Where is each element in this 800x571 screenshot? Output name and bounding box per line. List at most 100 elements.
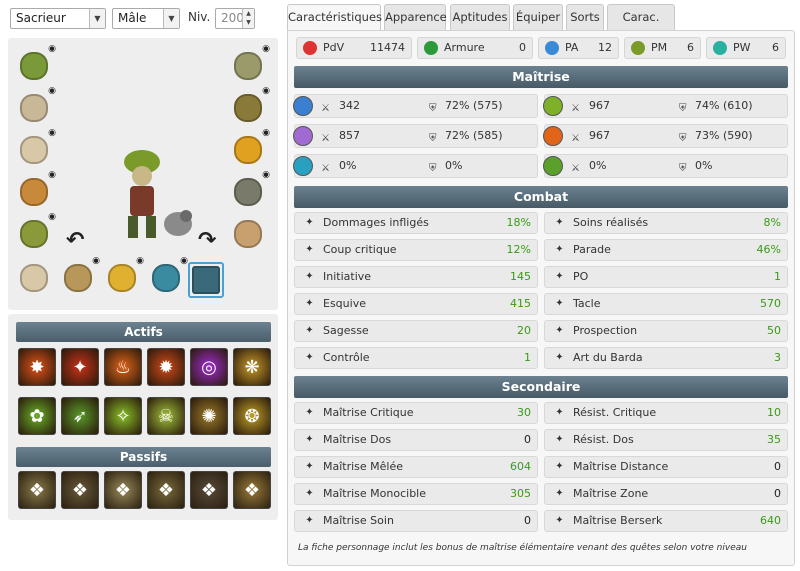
- equipment-slot[interactable]: [16, 260, 52, 296]
- shield-icon: ⛨: [429, 163, 437, 174]
- active-skill[interactable]: ❋: [233, 348, 271, 386]
- stat-label: Maîtrise Monocible: [323, 487, 427, 500]
- active-skill[interactable]: ✦: [61, 348, 99, 386]
- tab-1[interactable]: Apparence: [384, 4, 447, 30]
- eye-icon[interactable]: ◉: [262, 128, 270, 138]
- eye-icon[interactable]: ◉: [48, 128, 56, 138]
- equipment-slot[interactable]: [188, 262, 224, 298]
- stat-value: 50: [767, 324, 781, 337]
- equipment-slot[interactable]: [230, 216, 266, 252]
- secondary-header: Secondaire: [294, 376, 788, 398]
- active-skill[interactable]: ➶: [61, 397, 99, 435]
- stat-label: Maîtrise Zone: [573, 487, 649, 500]
- active-skill[interactable]: ❂: [233, 397, 271, 435]
- stat-label: Tacle: [573, 297, 601, 310]
- equipment-slot[interactable]: ◉: [16, 170, 56, 210]
- stat-label: Soins réalisés: [573, 216, 649, 229]
- footnote: La fiche personnage inclut les bonus de …: [298, 543, 747, 553]
- active-skill[interactable]: ✹: [147, 348, 185, 386]
- passive-skill[interactable]: ❖: [147, 471, 185, 509]
- stat-label: Parade: [573, 243, 611, 256]
- stat-label: Prospection: [573, 324, 638, 337]
- tab-5[interactable]: Carac. Supp.: [607, 4, 675, 49]
- equipment-slot[interactable]: ◉: [230, 170, 270, 210]
- active-skill[interactable]: ☠: [147, 397, 185, 435]
- item-icon: [64, 264, 92, 292]
- level-input[interactable]: 200 ▲ ▼: [215, 8, 255, 29]
- passive-skill[interactable]: ❖: [233, 471, 271, 509]
- passive-skill[interactable]: ❖: [190, 471, 228, 509]
- stat-row: ✦ Sagesse 20: [294, 320, 538, 342]
- tab-2[interactable]: Aptitudes: [450, 4, 510, 30]
- equipment-slot[interactable]: ◉: [230, 44, 270, 84]
- distance-icon: ✦: [555, 461, 564, 472]
- item-icon: [20, 220, 48, 248]
- melee-icon: ✦: [305, 461, 314, 472]
- stat-value: 30: [517, 406, 531, 419]
- stat-value: 12%: [506, 243, 531, 256]
- level-value: 200: [221, 11, 244, 25]
- eye-icon[interactable]: ◉: [48, 44, 56, 54]
- eye-icon[interactable]: ◉: [262, 44, 270, 54]
- heart-icon: [303, 41, 317, 55]
- passive-skill[interactable]: ❖: [18, 471, 56, 509]
- equipment-slot[interactable]: ◉: [60, 256, 100, 296]
- class-select[interactable]: Sacrieur ▼: [10, 8, 106, 29]
- stat-label: Maîtrise Dos: [323, 433, 392, 446]
- passive-skill[interactable]: ❖: [61, 471, 99, 509]
- stat-value: 0: [774, 487, 781, 500]
- eye-icon[interactable]: ◉: [136, 256, 144, 266]
- eye-icon[interactable]: ◉: [48, 212, 56, 222]
- shield-icon: ⛨: [679, 103, 687, 114]
- equipment-slot[interactable]: ◉: [148, 256, 188, 296]
- item-icon: [108, 264, 136, 292]
- heal-mastery-icon: ✦: [305, 515, 314, 526]
- active-skill[interactable]: ✺: [190, 397, 228, 435]
- item-icon: [234, 136, 262, 164]
- fire-element-icon: [543, 126, 563, 146]
- equipment-slot[interactable]: ◉: [16, 128, 56, 168]
- stat-row: ✦ Parade 46%: [544, 239, 788, 261]
- eye-icon[interactable]: ◉: [48, 86, 56, 96]
- character-preview: [120, 146, 200, 246]
- back-resist-icon: ✦: [555, 434, 564, 445]
- stat-row: ✦ Maîtrise Berserk 640: [544, 510, 788, 532]
- eye-icon[interactable]: ◉: [92, 256, 100, 266]
- stepper-icon[interactable]: ▲ ▼: [242, 9, 254, 28]
- tab-4[interactable]: Sorts: [566, 4, 604, 30]
- stat-label: Esquive: [323, 297, 366, 310]
- stat-value: 20: [517, 324, 531, 337]
- stat-value: 0: [524, 433, 531, 446]
- equipment-slot[interactable]: ◉: [230, 128, 270, 168]
- equipment-slot[interactable]: ◉: [104, 256, 144, 296]
- rotate-left-icon[interactable]: ↶: [66, 228, 84, 253]
- equipment-slot[interactable]: ◉: [230, 86, 270, 126]
- active-skill[interactable]: ♨: [104, 348, 142, 386]
- item-icon: [234, 52, 262, 80]
- rotate-right-icon[interactable]: ↷: [198, 228, 216, 253]
- eye-icon[interactable]: ◉: [48, 170, 56, 180]
- gender-select[interactable]: Mâle ▼: [112, 8, 180, 29]
- equipment-slot[interactable]: ◉: [16, 44, 56, 84]
- passive-skill[interactable]: ❖: [104, 471, 142, 509]
- active-skill[interactable]: ✿: [18, 397, 56, 435]
- item-icon: [234, 94, 262, 122]
- active-skill[interactable]: ✧: [104, 397, 142, 435]
- eye-icon[interactable]: ◉: [180, 256, 188, 266]
- tab-0[interactable]: Caractéristiques: [287, 4, 382, 31]
- stat-label: Maîtrise Distance: [573, 460, 669, 473]
- bag-icon: ✦: [555, 352, 564, 363]
- item-icon: [20, 136, 48, 164]
- tab-3[interactable]: Équiper: [513, 4, 563, 30]
- resist-value: 72% (585): [445, 129, 503, 142]
- active-skill[interactable]: ◎: [190, 348, 228, 386]
- stat-row: ✦ Maîtrise Critique 30: [294, 402, 538, 424]
- stat-value: 145: [510, 270, 531, 283]
- active-skill[interactable]: ✸: [18, 348, 56, 386]
- eye-icon[interactable]: ◉: [262, 170, 270, 180]
- stat-row: ✦ Tacle 570: [544, 293, 788, 315]
- eye-icon[interactable]: ◉: [262, 86, 270, 96]
- initiative-icon: ✦: [305, 271, 314, 282]
- equipment-slot[interactable]: ◉: [16, 212, 56, 252]
- equipment-slot[interactable]: ◉: [16, 86, 56, 126]
